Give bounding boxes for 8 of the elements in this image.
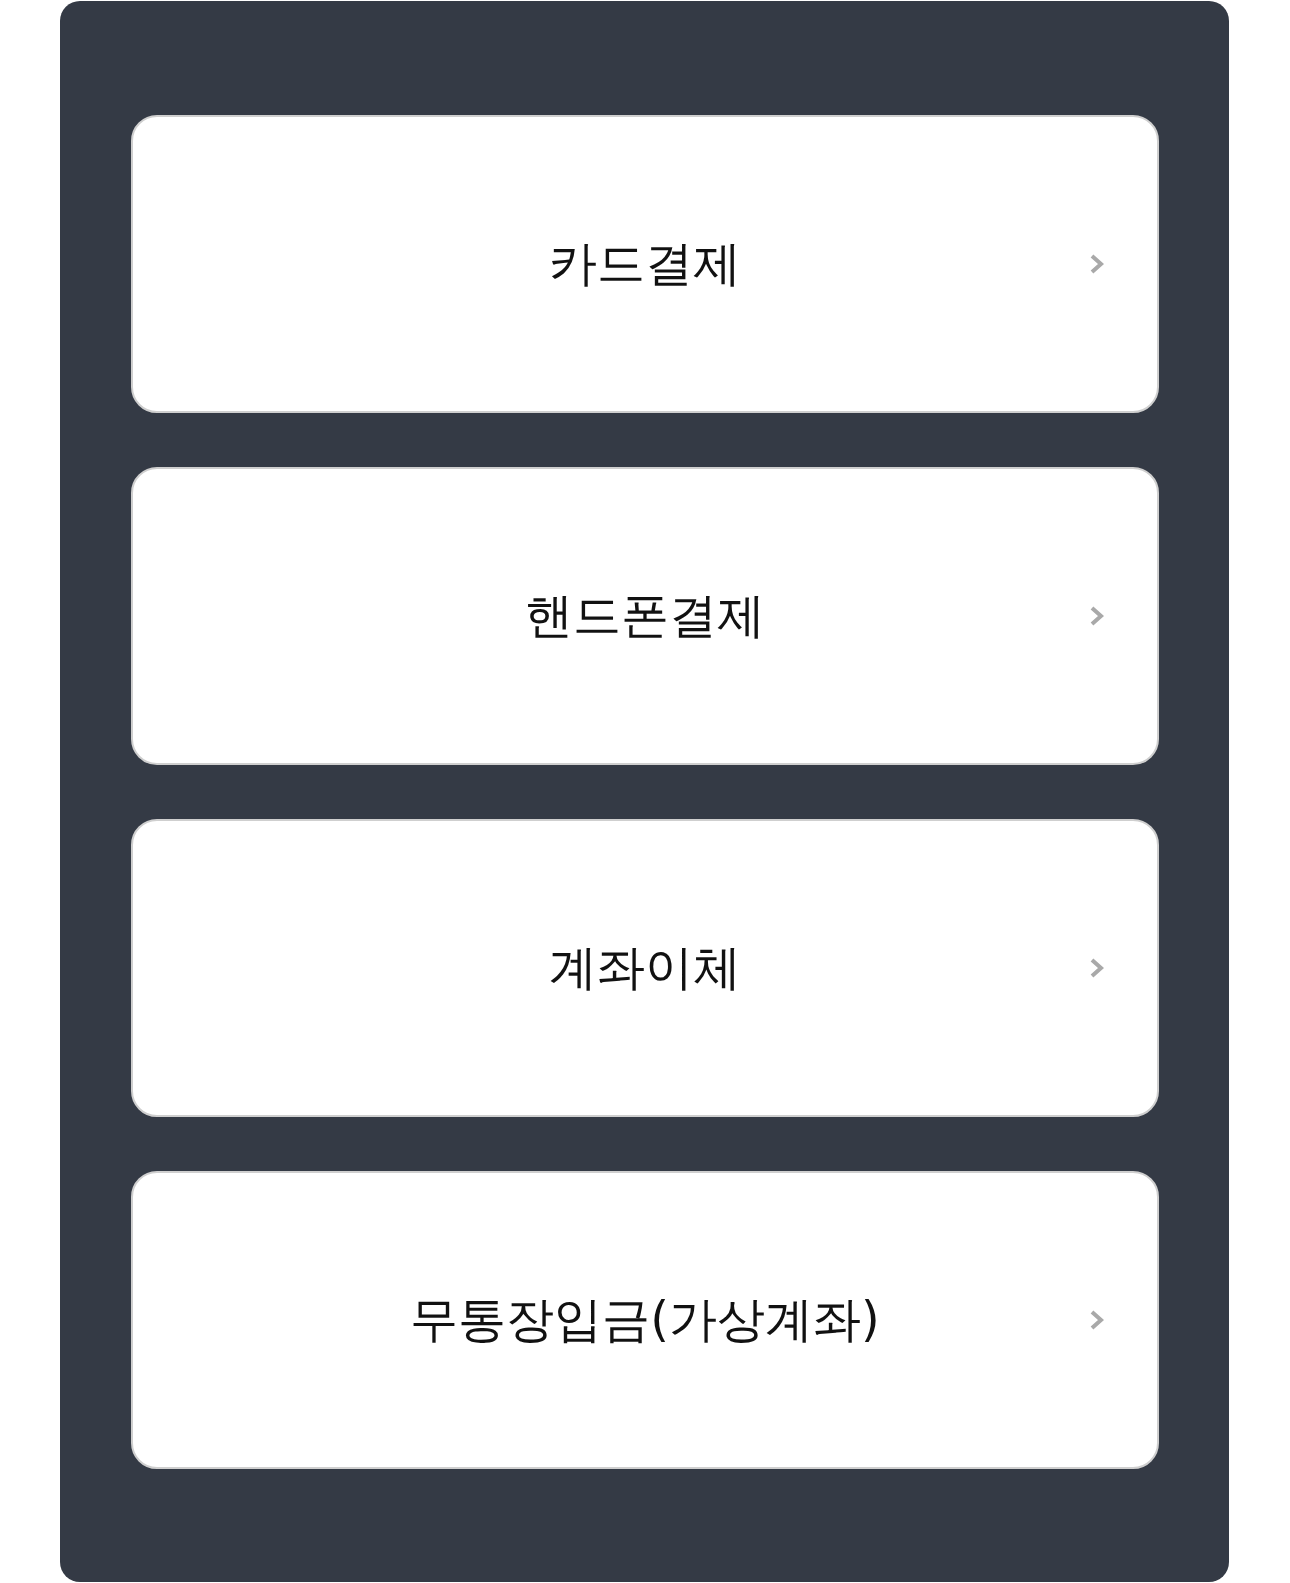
payment-option-button[interactable]: 계좌이체 [131,819,1159,1117]
payment-option-button[interactable]: 핸드폰결제 [131,467,1159,765]
payment-option-button[interactable]: 카드결제 [131,115,1159,413]
chevron-right-icon [1089,606,1105,626]
chevron-right-icon [1089,254,1105,274]
chevron-right-icon [1089,958,1105,978]
payment-option-button[interactable]: 무통장입금(가상계좌) [131,1171,1159,1469]
chevron-right-icon [1089,1310,1105,1330]
